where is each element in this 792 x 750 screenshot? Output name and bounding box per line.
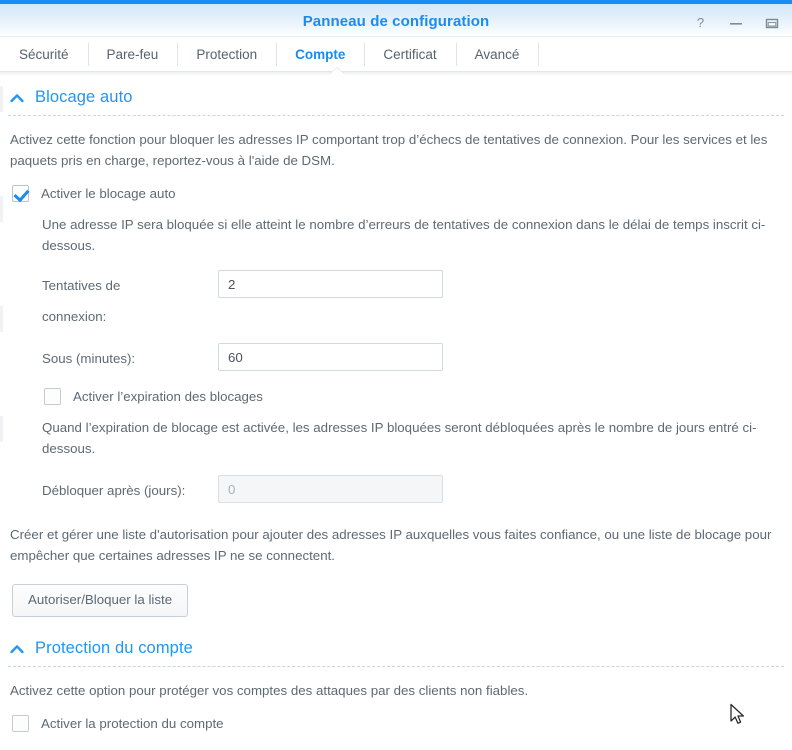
enable-block-expiration-row[interactable]: Activer l’expiration des blocages [0,388,792,405]
enable-block-expiration-checkbox[interactable] [44,388,61,405]
enable-account-protection-checkbox[interactable] [12,715,29,732]
window-controls: ? [692,15,780,31]
minimize-icon[interactable] [728,15,744,31]
enable-account-protection-row[interactable]: Activer la protection du compte [0,715,792,732]
tab-bar-filler [538,38,792,71]
help-icon[interactable]: ? [692,15,708,31]
within-minutes-input[interactable] [218,343,443,371]
maximize-icon[interactable] [764,15,780,31]
settings-content: Blocage auto Activez cette fonction pour… [0,78,792,750]
account-protection-description: Activez cette option pour protéger vos c… [10,683,529,698]
control-panel-window: Panneau de configuration ? Sécurité Pare… [0,0,792,750]
svg-text:?: ? [696,16,703,30]
login-attempts-label-line2: connexion: [42,309,107,324]
tab-compte[interactable]: Compte [276,38,364,71]
chevron-up-icon[interactable] [10,642,24,656]
active-tab-notch [329,66,345,75]
tab-label: Pare-feu [106,47,159,62]
section-divider [8,115,784,116]
tab-securite[interactable]: Sécurité [0,38,88,71]
login-attempts-label-line1: Tentatives de [42,278,121,293]
auto-block-hint: Une adresse IP sera bloquée si elle atte… [42,217,766,253]
section-title: Blocage auto [35,88,133,106]
enable-auto-block-checkbox[interactable] [12,185,29,202]
enable-block-expiration-label: Activer l’expiration des blocages [73,389,263,404]
block-expiration-hint: Quand l’expiration de blocage est activé… [42,420,757,456]
login-attempts-label: Tentatives de connexion: [42,270,218,327]
tab-pare-feu[interactable]: Pare-feu [87,38,178,71]
allow-block-list-description: Créer et gérer une liste d'autorisation … [10,527,772,563]
login-attempts-row: Tentatives de connexion: [0,270,792,327]
unblock-after-days-row: Débloquer après (jours): [0,475,792,503]
allow-block-list-button[interactable]: Autoriser/Bloquer la liste [12,584,189,617]
tab-label: Sécurité [19,47,69,62]
tab-avance[interactable]: Avancé [455,38,539,71]
section-title: Protection du compte [35,639,193,657]
enable-auto-block-row[interactable]: Activer le blocage auto [0,185,792,202]
section-header-auto-block[interactable]: Blocage auto [0,78,792,115]
unblock-after-days-label: Débloquer après (jours): [42,483,186,498]
tab-underline [0,71,792,76]
tab-label: Certificat [383,47,437,62]
within-minutes-row: Sous (minutes): [0,343,792,371]
section-divider [8,666,784,667]
enable-auto-block-label: Activer le blocage auto [41,186,176,201]
within-minutes-label: Sous (minutes): [42,351,136,366]
enable-account-protection-label: Activer la protection du compte [41,716,224,731]
chevron-up-icon[interactable] [10,91,24,105]
tab-bar: Sécurité Pare-feu Protection Compte Cert… [0,38,792,71]
auto-block-description: Activez cette fonction pour bloquer les … [10,132,768,168]
tab-label: Compte [295,47,346,62]
login-attempts-input[interactable] [218,270,443,298]
tab-label: Protection [196,47,258,62]
window-titlebar: Panneau de configuration ? [0,4,792,37]
unblock-after-days-input[interactable] [218,475,443,503]
tab-label: Avancé [474,47,520,62]
tab-certificat[interactable]: Certificat [364,38,455,71]
tab-protection[interactable]: Protection [177,38,276,71]
window-title: Panneau de configuration [302,13,490,30]
section-header-account-protection[interactable]: Protection du compte [0,617,792,666]
